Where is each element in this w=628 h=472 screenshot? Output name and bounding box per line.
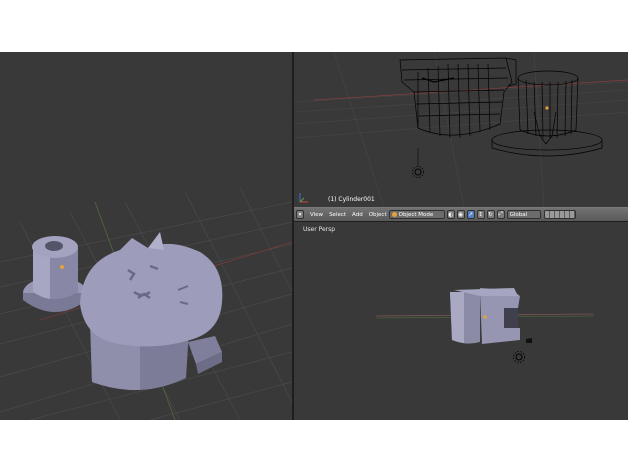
object-origin (545, 106, 549, 110)
viewport-bottom-right-scene (375, 288, 595, 363)
menu-object[interactable]: Object (369, 212, 387, 218)
menu-view[interactable]: View (310, 212, 323, 218)
pivot-point-button[interactable]: ◉ (456, 210, 465, 219)
viewport-header: ▾ View Select Add Object Object Mode ◐ ◉… (294, 207, 628, 221)
cylinder-wireframe (491, 70, 603, 157)
mug-wireframe (399, 57, 517, 139)
scale-icon[interactable]: ⤢ (496, 210, 505, 219)
menu-add[interactable]: Add (352, 212, 363, 218)
x-axis-line (313, 79, 628, 101)
object-mode-icon (391, 212, 397, 217)
viewport-top-right[interactable]: (1) Cylinder001 (294, 52, 628, 207)
rotate-icon[interactable]: ↻ (486, 210, 495, 219)
blender-window: (1) Cylinder001 User Persp ▾ View Select… (0, 52, 628, 420)
view-persp-label: User Persp (303, 226, 336, 233)
camera-icon (526, 338, 532, 343)
mode-label: Object Mode (398, 211, 434, 218)
viewport-shading-button[interactable]: ◐ (446, 210, 455, 219)
axis-gizmo-icon (299, 193, 308, 203)
viewport-bottom-right[interactable]: User Persp (294, 222, 628, 420)
object-name-label: (1) Cylinder001 (328, 196, 375, 203)
manipulator-toggle-icon[interactable]: ↗ (466, 210, 475, 219)
transform-orientation-select[interactable]: Global (506, 210, 541, 219)
lamp-icon (513, 351, 525, 363)
object-origin (60, 265, 64, 269)
lamp-icon (412, 148, 424, 178)
mode-selector[interactable]: Object Mode (388, 210, 445, 219)
ground-grid (294, 52, 628, 207)
viewport-left-scene (0, 186, 292, 420)
mug-model (23, 232, 223, 391)
menu-select[interactable]: Select (329, 212, 346, 218)
viewport-top-right-scene (294, 52, 628, 207)
layers-grid-icon[interactable] (543, 210, 576, 219)
object-origin (483, 315, 487, 319)
viewport-left[interactable] (0, 52, 292, 420)
editor-type-button[interactable]: ▾ (296, 210, 304, 219)
translate-icon[interactable]: ↕ (476, 210, 485, 219)
